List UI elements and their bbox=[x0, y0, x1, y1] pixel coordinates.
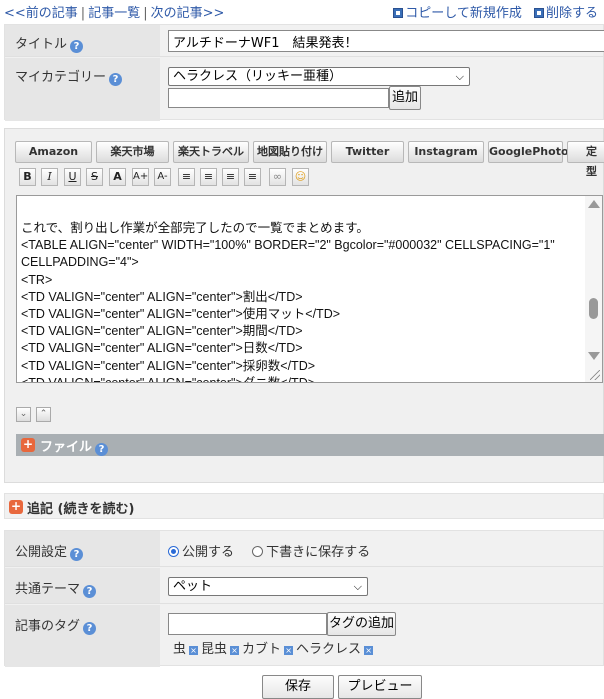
add-tag-button[interactable]: タグの追加 bbox=[327, 612, 396, 636]
amazon-button[interactable]: Amazon bbox=[15, 141, 92, 163]
new-category-input[interactable] bbox=[168, 88, 389, 108]
align-left-icon[interactable]: ≡ bbox=[200, 168, 217, 186]
tag-item: 虫 × bbox=[173, 642, 199, 657]
tag-item: 昆虫 × bbox=[201, 642, 240, 657]
map-paste-button[interactable]: 地図貼り付け bbox=[253, 141, 327, 163]
font-size-up-icon[interactable]: A+ bbox=[132, 168, 149, 186]
rakuten-travel-button[interactable]: 楽天トラベル bbox=[173, 141, 249, 163]
file-label: ファイル bbox=[40, 440, 93, 455]
tag-item: カブト × bbox=[242, 642, 294, 657]
tag-list: 虫 × 昆虫 × カブト × ヘラクレス × bbox=[173, 638, 376, 657]
indent-icon[interactable]: ≡ bbox=[178, 168, 195, 186]
twitter-button[interactable]: Twitter bbox=[331, 141, 404, 163]
expand-editor-icon[interactable]: ⌃ bbox=[36, 407, 51, 422]
body-textarea[interactable]: これで、割り出し作業が全部完了したので一覧でまとめます。 <TABLE ALIG… bbox=[16, 195, 603, 383]
theme-select[interactable]: ペット ⌵ bbox=[168, 577, 368, 596]
italic-icon[interactable]: I bbox=[41, 168, 58, 186]
category-row: マイカテゴリー? ヘラクレス（リッキー亜種） ⌵ 追加 bbox=[5, 58, 604, 121]
body-content: これで、割り出し作業が全部完了したので一覧でまとめます。 <TABLE ALIG… bbox=[21, 221, 555, 383]
theme-row: 共通テーマ? ペット ⌵ bbox=[5, 568, 604, 604]
textarea-scrollbar[interactable] bbox=[585, 196, 602, 382]
settings-section: 公開設定? 公開する 下書きに保存する 共通テーマ? ペット ⌵ 記事のタグ? タ… bbox=[4, 530, 604, 667]
file-section-header[interactable]: + ファイル? bbox=[16, 434, 604, 456]
help-icon[interactable]: ? bbox=[70, 40, 84, 53]
save-button[interactable]: 保存 bbox=[262, 675, 334, 699]
underline-icon[interactable]: U bbox=[64, 168, 81, 186]
expand-plus-icon: + bbox=[21, 437, 35, 452]
publish-radio[interactable]: 公開する bbox=[168, 545, 234, 560]
tag-row: 記事のタグ? タグの追加 虫 × 昆虫 × カブト × ヘラクレス × bbox=[5, 605, 604, 667]
help-icon[interactable]: ? bbox=[83, 585, 97, 598]
next-article-link[interactable]: 次の記事>> bbox=[151, 6, 225, 21]
tag-input[interactable] bbox=[168, 613, 327, 635]
title-category-section: タイトル? アルチドーナWF1 結果発表！ マイカテゴリー? ヘラクレス（リッキ… bbox=[4, 24, 604, 121]
bold-icon[interactable]: B bbox=[19, 168, 36, 186]
remove-tag-icon[interactable]: × bbox=[364, 646, 374, 655]
tag-label: 記事のタグ? bbox=[5, 605, 160, 667]
trash-icon bbox=[533, 8, 544, 18]
radio-checked-icon bbox=[168, 546, 179, 557]
publish-row: 公開設定? 公開する 下書きに保存する bbox=[5, 531, 604, 567]
scroll-down-icon[interactable] bbox=[588, 352, 600, 360]
theme-label: 共通テーマ? bbox=[5, 568, 160, 603]
tuiki-section[interactable]: + 追記 (続きを読む) bbox=[4, 493, 604, 519]
font-size-down-icon[interactable]: A- bbox=[154, 168, 171, 186]
top-nav: <<前の記事 | 記事一覧 | 次の記事>> コピーして新規作成 削除する bbox=[4, 6, 598, 21]
emoji-icon[interactable]: ☺ bbox=[292, 168, 309, 186]
title-input[interactable]: アルチドーナWF1 結果発表！ bbox=[168, 30, 604, 52]
chevron-down-icon: ⌵ bbox=[353, 580, 362, 593]
copy-icon bbox=[393, 8, 404, 18]
link-icon[interactable]: ∞ bbox=[269, 168, 286, 186]
tag-item: ヘラクレス × bbox=[296, 642, 374, 657]
remove-tag-icon[interactable]: × bbox=[189, 646, 199, 655]
rakuten-ichiba-button[interactable]: 楽天市場 bbox=[96, 141, 169, 163]
publish-label: 公開設定? bbox=[5, 531, 160, 566]
article-list-link[interactable]: 記事一覧 bbox=[88, 6, 140, 21]
editor-section: Amazon 楽天市場 楽天トラベル 地図貼り付け Twitter Instag… bbox=[4, 128, 604, 483]
resize-grip-icon[interactable] bbox=[590, 370, 600, 380]
copy-new-link[interactable]: コピーして新規作成 bbox=[393, 6, 522, 21]
text-color-icon[interactable]: A bbox=[109, 168, 126, 186]
expand-plus-icon: + bbox=[9, 499, 23, 514]
scroll-thumb[interactable] bbox=[589, 298, 598, 319]
publish-options: 公開する 下書きに保存する bbox=[168, 541, 370, 560]
radio-unchecked-icon bbox=[252, 546, 264, 557]
shrink-editor-icon[interactable]: ⌄ bbox=[16, 407, 31, 422]
title-label: タイトル? bbox=[5, 25, 160, 56]
help-icon[interactable]: ? bbox=[70, 548, 84, 561]
title-row: タイトル? アルチドーナWF1 結果発表！ bbox=[5, 25, 604, 57]
align-center-icon[interactable]: ≡ bbox=[222, 168, 239, 186]
draft-radio[interactable]: 下書きに保存する bbox=[252, 545, 370, 560]
strikethrough-icon[interactable]: S bbox=[86, 168, 103, 186]
help-icon[interactable]: ? bbox=[109, 73, 123, 86]
remove-tag-icon[interactable]: × bbox=[284, 646, 294, 655]
scroll-up-icon[interactable] bbox=[588, 200, 600, 208]
category-label: マイカテゴリー? bbox=[5, 58, 160, 121]
googlephoto-button[interactable]: GooglePhoto bbox=[488, 141, 569, 163]
prev-article-link[interactable]: <<前の記事 bbox=[4, 6, 78, 21]
align-right-icon[interactable]: ≡ bbox=[244, 168, 261, 186]
help-icon[interactable]: ? bbox=[83, 622, 97, 635]
tuiki-label: 追記 (続きを読む) bbox=[27, 502, 135, 517]
help-icon[interactable]: ? bbox=[95, 443, 109, 456]
template-button[interactable]: 定型 bbox=[567, 141, 604, 178]
delete-link[interactable]: 削除する bbox=[533, 6, 598, 21]
preview-button[interactable]: プレビュー bbox=[338, 675, 422, 699]
chevron-down-icon: ⌵ bbox=[455, 70, 464, 83]
category-select[interactable]: ヘラクレス（リッキー亜種） ⌵ bbox=[168, 67, 470, 86]
add-category-button[interactable]: 追加 bbox=[389, 86, 421, 110]
instagram-button[interactable]: Instagram bbox=[408, 141, 484, 163]
remove-tag-icon[interactable]: × bbox=[230, 646, 240, 655]
